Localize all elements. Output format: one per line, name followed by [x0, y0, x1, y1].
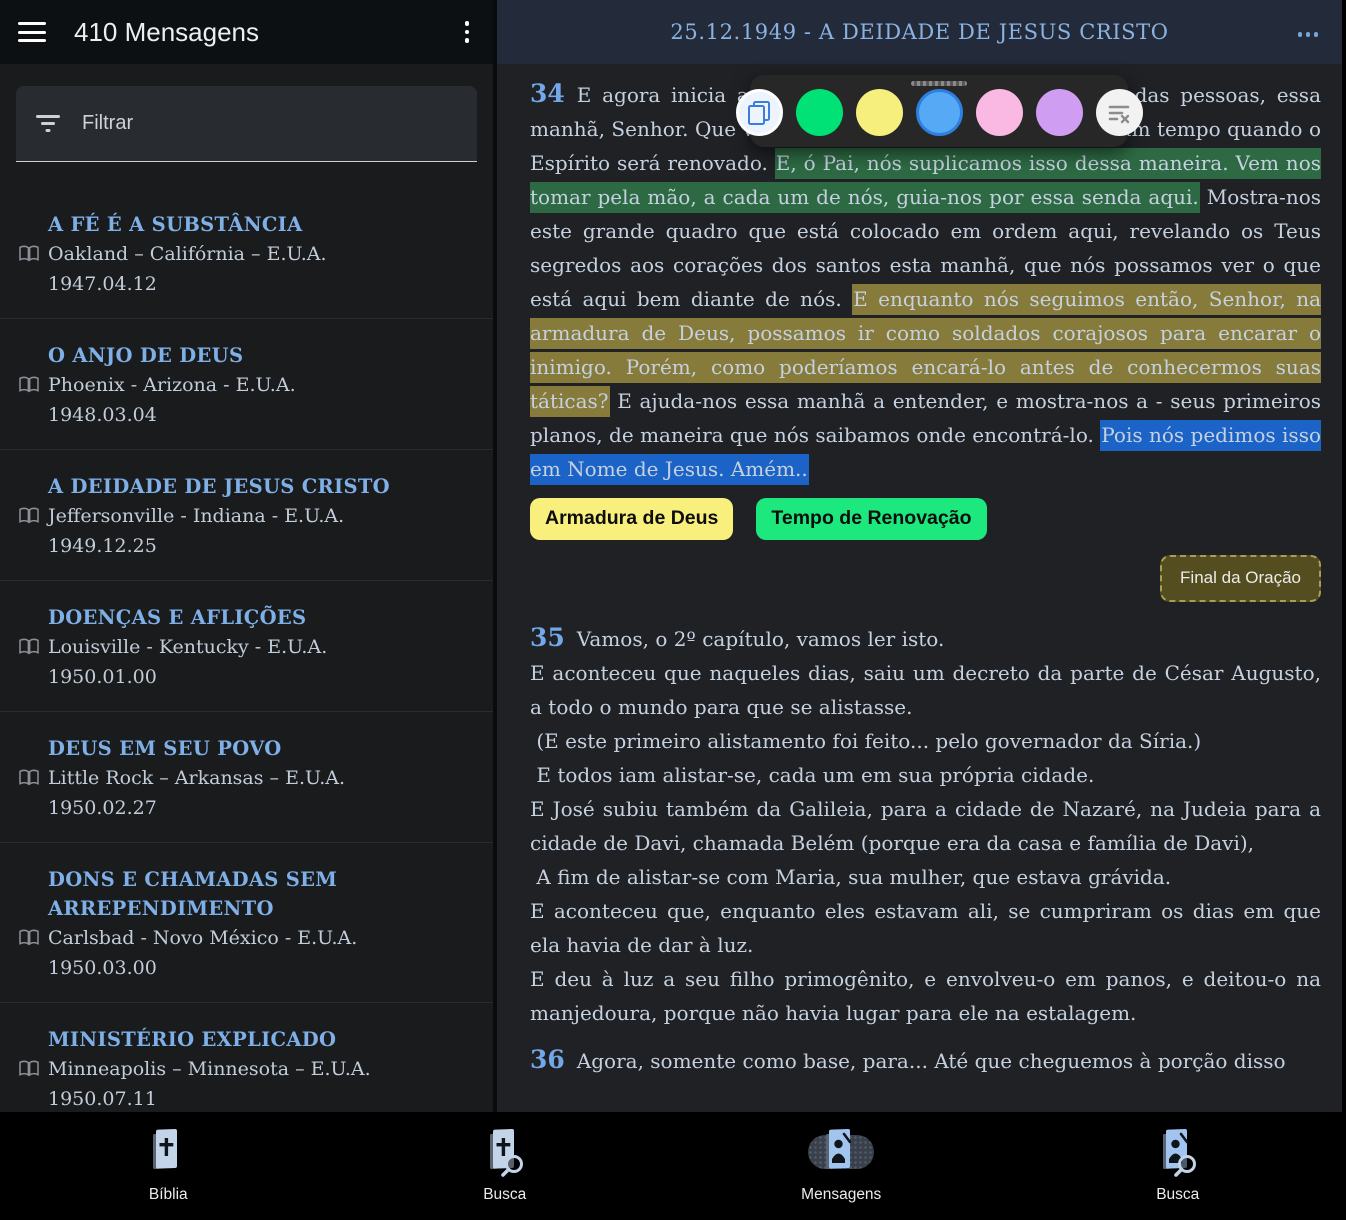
- tag-chip[interactable]: Tempo de Renovação: [756, 498, 986, 540]
- paragraph-text: Vamos, o 2º capítulo, vamos ler isto.: [577, 627, 945, 651]
- message-item-location: Oakland – Califórnia – E.U.A.: [48, 239, 477, 269]
- bible-verse-line: E aconteceu que naqueles dias, saiu um d…: [530, 656, 1321, 724]
- reader-header: 25.12.1949 - A DEIDADE DE JESUS CRISTO: [497, 0, 1342, 64]
- nav-tab-mensagens[interactable]: Mensagens: [673, 1112, 1010, 1220]
- filter-field[interactable]: [16, 86, 477, 162]
- message-item-title: O ANJO DE DEUS: [48, 341, 477, 370]
- highlight-green-button[interactable]: [796, 89, 843, 136]
- nav-tab-label: Busca: [483, 1186, 526, 1204]
- bible-verse-line: E deu à luz a seu filho primogênito, e e…: [530, 962, 1321, 1030]
- message-list-item[interactable]: DONS E CHAMADAS SEM ARREPENDIMENTOCarlsb…: [0, 843, 493, 1003]
- open-book-icon: [18, 507, 40, 525]
- copy-button[interactable]: [736, 89, 783, 136]
- sidebar-header: 410 Mensagens: [0, 0, 493, 64]
- message-content: 34E agora inicia a chegar-Te aos coraçõe…: [497, 64, 1342, 1078]
- message-list-item[interactable]: A FÉ É A SUBSTÂNCIAOakland – Califórnia …: [0, 188, 493, 319]
- filter-input[interactable]: [82, 112, 457, 135]
- message-item-title: DEUS EM SEU POVO: [48, 734, 477, 763]
- nav-tab-label: Mensagens: [801, 1186, 881, 1204]
- reader-overflow-menu-icon[interactable]: [1294, 28, 1323, 41]
- paragraph: 35Vamos, o 2º capítulo, vamos ler isto.: [530, 621, 1321, 656]
- message-item-location: Minneapolis – Minnesota – E.U.A.: [48, 1054, 477, 1084]
- drag-handle[interactable]: [911, 81, 967, 86]
- bible-verse-line: E aconteceu que, enquanto eles estavam a…: [530, 894, 1321, 962]
- message-reader-pane: 25.12.1949 - A DEIDADE DE JESUS CRISTO 3…: [497, 0, 1342, 1112]
- message-list-item[interactable]: MINISTÉRIO EXPLICADOMinneapolis – Minnes…: [0, 1003, 493, 1112]
- filter-icon: [36, 115, 60, 132]
- highlight-pink-button[interactable]: [976, 89, 1023, 136]
- paragraph-text: Agora, somente como base, para... Até qu…: [577, 1049, 1286, 1073]
- bottom-navigation: Bíblia Busca Mensagens Busca: [0, 1112, 1346, 1220]
- paragraph: 36Agora, somente como base, para... Até …: [530, 1043, 1321, 1078]
- message-list-item[interactable]: O ANJO DE DEUSPhoenix - Arizona - E.U.A.…: [0, 319, 493, 450]
- tag-chip[interactable]: Armadura de Deus: [530, 498, 733, 540]
- message-list-item[interactable]: DEUS EM SEU POVOLittle Rock – Arkansas –…: [0, 712, 493, 843]
- message-item-date: 1950.02.27: [48, 793, 477, 823]
- messages-sidebar: 410 Mensagens A FÉ É A SUBSTÂNCIAOakland…: [0, 0, 497, 1112]
- message-item-title: DONS E CHAMADAS SEM ARREPENDIMENTO: [48, 865, 477, 923]
- message-item-date: 1950.01.00: [48, 662, 477, 692]
- tags-row: Armadura de Deus Tempo de Renovação: [530, 498, 1321, 540]
- verse-number: 34: [530, 79, 577, 108]
- nav-tab-label: Busca: [1156, 1186, 1199, 1204]
- nav-tab-busca[interactable]: Busca: [337, 1112, 674, 1220]
- message-item-date: 1950.03.00: [48, 953, 477, 983]
- open-book-icon: [18, 245, 40, 263]
- message-item-date: 1949.12.25: [48, 531, 477, 561]
- nav-tab-label: Bíblia: [149, 1186, 188, 1204]
- bible-verse-line: A fim de alistar-se com Maria, sua mulhe…: [530, 860, 1321, 894]
- highlight-yellow-button[interactable]: [856, 89, 903, 136]
- open-book-icon: [18, 638, 40, 656]
- messages-book-icon: [820, 1127, 862, 1177]
- highlight-blue-button[interactable]: [916, 89, 963, 136]
- menu-icon[interactable]: [18, 22, 46, 42]
- message-item-date: 1950.07.11: [48, 1084, 477, 1112]
- copy-icon: [748, 101, 770, 125]
- bible-icon: [147, 1127, 189, 1177]
- open-book-icon: [18, 929, 40, 947]
- message-item-title: A DEIDADE DE JESUS CRISTO: [48, 472, 477, 501]
- verse-number: 36: [530, 1045, 577, 1074]
- messages-list: A FÉ É A SUBSTÂNCIAOakland – Califórnia …: [0, 188, 493, 1112]
- overflow-menu-icon[interactable]: [459, 17, 476, 47]
- prayer-end-button[interactable]: Final da Oração: [1160, 555, 1321, 602]
- message-item-location: Carlsbad - Novo México - E.U.A.: [48, 923, 477, 953]
- open-book-icon: [18, 769, 40, 787]
- clear-format-icon: [1107, 102, 1131, 124]
- bible-verse-line: E José subiu também da Galileia, para a …: [530, 792, 1321, 860]
- message-item-location: Louisville - Kentucky - E.U.A.: [48, 632, 477, 662]
- message-list-item[interactable]: A DEIDADE DE JESUS CRISTOJeffersonville …: [0, 450, 493, 581]
- prayer-end-row: Final da Oração: [530, 555, 1321, 602]
- nav-tab-busca[interactable]: Busca: [1010, 1112, 1346, 1220]
- message-item-title: DOENÇAS E AFLIÇÕES: [48, 603, 477, 632]
- sidebar-title: 410 Mensagens: [74, 17, 459, 48]
- app-window: 410 Mensagens A FÉ É A SUBSTÂNCIAOakland…: [0, 0, 1346, 1112]
- highlight-purple-button[interactable]: [1036, 89, 1083, 136]
- message-item-location: Jeffersonville - Indiana - E.U.A.: [48, 501, 477, 531]
- message-item-date: 1947.04.12: [48, 269, 477, 299]
- open-book-icon: [18, 376, 40, 394]
- highlight-toolbar: [750, 75, 1128, 147]
- message-item-title: MINISTÉRIO EXPLICADO: [48, 1025, 477, 1054]
- messages-search-icon: [1157, 1127, 1199, 1177]
- nav-tab-bblia[interactable]: Bíblia: [0, 1112, 337, 1220]
- bible-search-icon: [484, 1127, 526, 1177]
- message-item-location: Phoenix - Arizona - E.U.A.: [48, 370, 477, 400]
- message-title: 25.12.1949 - A DEIDADE DE JESUS CRISTO: [670, 20, 1168, 44]
- message-item-title: A FÉ É A SUBSTÂNCIA: [48, 210, 477, 239]
- bible-verse-line: E todos iam alistar-se, cada um em sua p…: [530, 758, 1321, 792]
- message-list-item[interactable]: DOENÇAS E AFLIÇÕESLouisville - Kentucky …: [0, 581, 493, 712]
- verse-number: 35: [530, 623, 577, 652]
- open-book-icon: [18, 1060, 40, 1078]
- message-item-location: Little Rock – Arkansas – E.U.A.: [48, 763, 477, 793]
- bible-verse-line: (E este primeiro alistamento foi feito..…: [530, 724, 1321, 758]
- clear-highlight-button[interactable]: [1096, 89, 1143, 136]
- message-item-date: 1948.03.04: [48, 400, 477, 430]
